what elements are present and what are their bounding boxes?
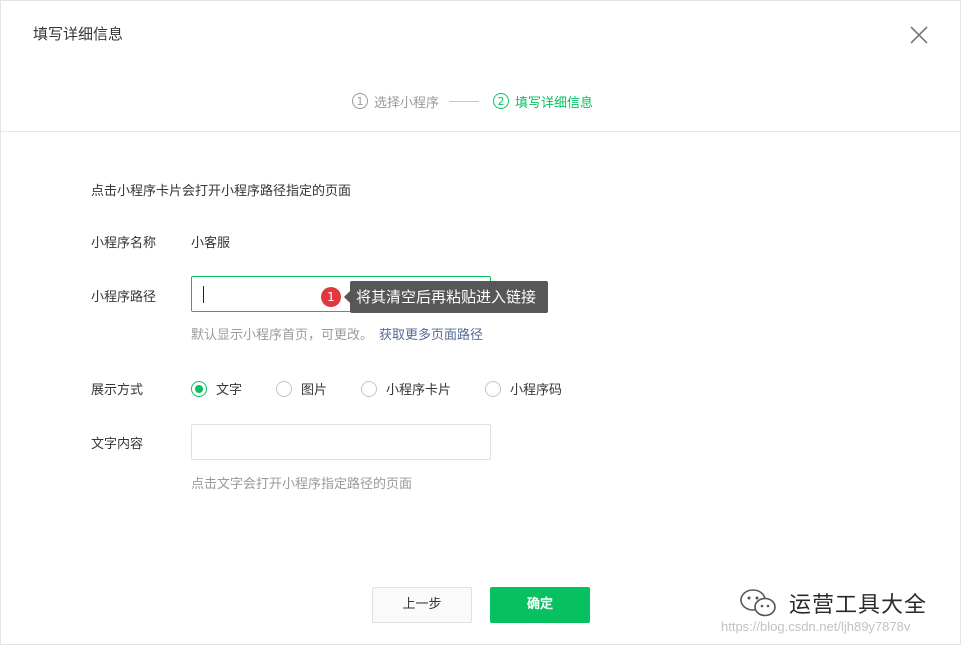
text-content-label: 文字内容 bbox=[91, 437, 144, 452]
miniprogram-name-value: 小客服 bbox=[191, 236, 231, 251]
radio-label: 图片 bbox=[301, 383, 328, 398]
step-badge: 1 bbox=[321, 287, 341, 307]
form-description: 点击小程序卡片会打开小程序路径指定的页面 bbox=[91, 184, 352, 199]
radio-unchecked-icon bbox=[276, 380, 293, 397]
dialog-title: 填写详细信息 bbox=[33, 25, 124, 43]
radio-image[interactable]: 图片 bbox=[276, 379, 327, 398]
radio-miniprogram-code[interactable]: 小程序码 bbox=[485, 379, 562, 398]
header-divider bbox=[1, 131, 960, 132]
step-label: 填写详细信息 bbox=[515, 95, 594, 111]
watermark-brand: 运营工具大全 bbox=[789, 593, 928, 618]
radio-unchecked-icon bbox=[361, 380, 378, 397]
close-icon bbox=[910, 26, 928, 44]
dialog: 填写详细信息 1 选择小程序 2 填写详细信息 点击小程序卡片会打开小程序路径指… bbox=[0, 0, 961, 645]
radio-checked-icon bbox=[191, 380, 207, 397]
step-select-miniprogram: 1 选择小程序 bbox=[352, 92, 439, 111]
step-label: 选择小程序 bbox=[374, 95, 440, 111]
step-number: 2 bbox=[493, 93, 510, 109]
radio-miniprogram-card[interactable]: 小程序卡片 bbox=[361, 379, 451, 398]
watermark: 运营工具大全 bbox=[739, 587, 927, 619]
step-fill-details: 2 填写详细信息 bbox=[493, 92, 593, 111]
text-content-input[interactable] bbox=[191, 424, 491, 460]
radio-text[interactable]: 文字 bbox=[191, 379, 242, 398]
radio-label: 小程序卡片 bbox=[386, 383, 452, 398]
step-connector bbox=[449, 100, 480, 102]
step-number: 1 bbox=[352, 93, 368, 109]
miniprogram-path-label: 小程序路径 bbox=[91, 290, 157, 305]
previous-step-button[interactable]: 上一步 bbox=[372, 587, 472, 623]
wechat-logo-icon bbox=[740, 589, 776, 617]
display-mode-radio-group: 文字 图片 小程序卡片 小程序码 bbox=[191, 379, 596, 398]
radio-label: 小程序码 bbox=[510, 383, 563, 398]
tooltip-text: 将其清空后再粘贴进入链接 bbox=[343, 281, 549, 313]
display-mode-label: 展示方式 bbox=[91, 383, 144, 398]
annotation-tooltip: 1 将其清空后再粘贴进入链接 bbox=[321, 281, 549, 313]
confirm-button[interactable]: 确定 bbox=[490, 587, 590, 623]
stepper: 1 选择小程序 2 填写详细信息 bbox=[352, 91, 593, 111]
more-paths-link[interactable]: 获取更多页面路径 bbox=[379, 328, 483, 343]
close-button[interactable] bbox=[906, 22, 932, 48]
miniprogram-name-label: 小程序名称 bbox=[91, 236, 157, 251]
text-caret bbox=[203, 286, 204, 303]
path-hint: 默认显示小程序首页，可更改。 获取更多页面路径 bbox=[191, 324, 483, 343]
radio-unchecked-icon bbox=[485, 380, 502, 397]
watermark-url: https://blog.csdn.net/ljh89y7878v bbox=[721, 619, 911, 634]
path-hint-text: 默认显示小程序首页，可更改。 bbox=[191, 328, 374, 343]
radio-label: 文字 bbox=[216, 383, 243, 398]
text-content-hint: 点击文字会打开小程序指定路径的页面 bbox=[191, 477, 413, 492]
